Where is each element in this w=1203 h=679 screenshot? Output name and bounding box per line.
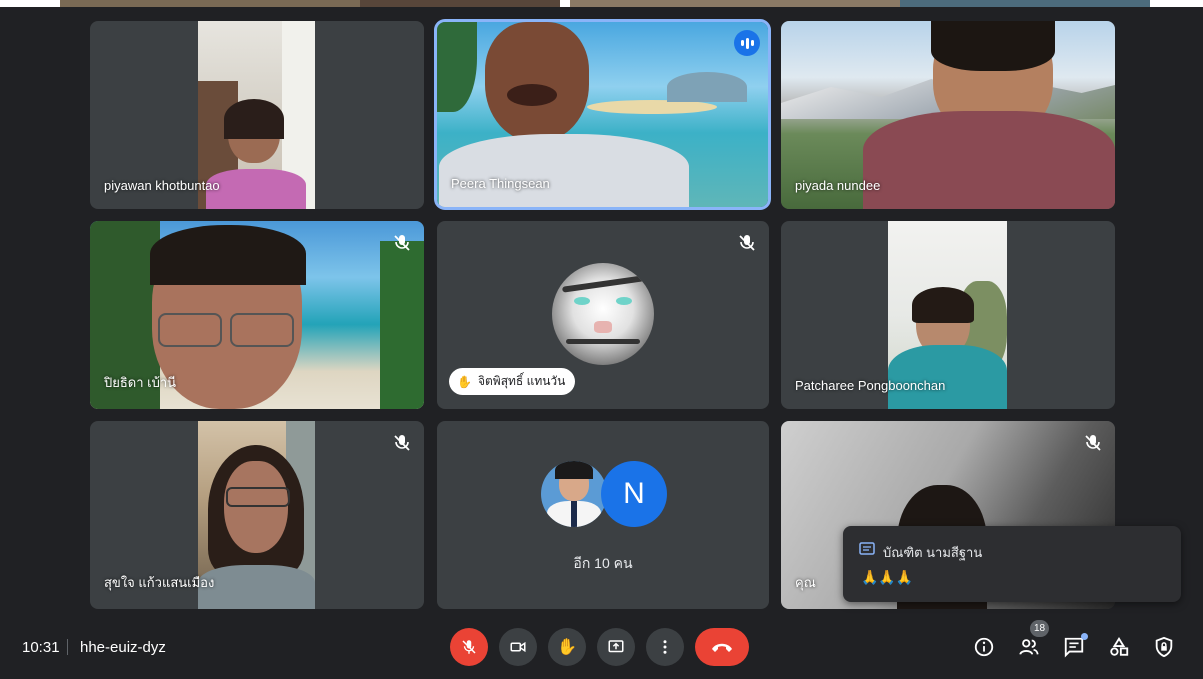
- video-feed: [198, 421, 315, 609]
- raise-hand-icon: ✋: [557, 639, 577, 656]
- more-options-button[interactable]: [646, 628, 684, 666]
- participant-name: piyada nundee: [795, 178, 881, 193]
- participant-avatar-letter: N: [601, 461, 667, 527]
- info-icon: [974, 637, 994, 657]
- raise-hand-button[interactable]: ✋: [548, 628, 586, 666]
- chat-notification-dot: [1081, 633, 1088, 640]
- participant-name: ปิยธิดา เบ้านี: [104, 375, 177, 390]
- people-icon: [1019, 639, 1039, 655]
- participant-name: สุขใจ แก้วแสนเมือง: [104, 575, 215, 590]
- participant-tile[interactable]: สุขใจ แก้วแสนเมือง: [90, 421, 424, 609]
- strip-photo: [570, 0, 900, 7]
- participant-name: Peera Thingsean: [451, 176, 550, 191]
- mic-off-icon: [390, 431, 414, 455]
- participant-tile[interactable]: ปิยธิดา เบ้านี: [90, 221, 424, 409]
- tiger-avatar: [552, 263, 654, 365]
- more-participants-label: อีก 10 คน: [573, 555, 633, 571]
- speaking-indicator-icon: [734, 30, 760, 56]
- more-options-icon: [663, 640, 667, 654]
- end-call-icon: [712, 643, 732, 652]
- people-button[interactable]: [1016, 634, 1042, 660]
- activities-button[interactable]: [1106, 634, 1132, 660]
- present-icon: [608, 640, 624, 653]
- activities-icon: [1110, 637, 1129, 656]
- chat-sender-name: บัณฑิต นามสีฐาน: [883, 545, 983, 560]
- leave-call-button[interactable]: [695, 628, 749, 666]
- meeting-details-button[interactable]: [971, 634, 997, 660]
- strip-photo: [900, 0, 1150, 7]
- top-strip: [0, 0, 1203, 7]
- mic-off-icon: [1081, 431, 1105, 455]
- participant-tile[interactable]: piyawan khotbuntao: [90, 21, 424, 209]
- chat-message-toast[interactable]: บัณฑิต นามสีฐาน 🙏🙏🙏: [843, 526, 1181, 602]
- mic-off-icon: [390, 231, 414, 255]
- mic-off-icon: [735, 231, 759, 255]
- camera-icon: [510, 641, 526, 653]
- raised-hand-chip: ✋ จิตพิสุทธิ์ แทนวัน: [449, 368, 576, 395]
- meeting-code: hhe-euiz-dyz: [80, 639, 166, 656]
- camera-toggle-button[interactable]: [499, 628, 537, 666]
- host-controls-icon: [1155, 636, 1173, 658]
- mic-toggle-button[interactable]: [450, 628, 488, 666]
- divider: [67, 639, 68, 655]
- host-controls-button[interactable]: [1151, 634, 1177, 660]
- chat-message-text: 🙏🙏🙏: [861, 569, 914, 585]
- strip-photo: [60, 0, 360, 7]
- participant-tile-active-speaker[interactable]: Peera Thingsean: [437, 22, 768, 207]
- participant-name: Patcharee Pongboonchan: [795, 378, 946, 393]
- bottom-control-bar: 10:31 hhe-euiz-dyz ✋: [0, 617, 1203, 679]
- present-screen-button[interactable]: [597, 628, 635, 666]
- meeting-time: 10:31: [22, 639, 60, 656]
- participant-tile[interactable]: Patcharee Pongboonchan: [781, 221, 1115, 409]
- participant-tile[interactable]: piyada nundee: [781, 21, 1115, 209]
- chat-message-icon: [859, 542, 875, 555]
- participant-name: คุณ: [795, 575, 816, 590]
- participant-name: piyawan khotbuntao: [104, 178, 220, 193]
- participant-count-badge: 18: [1030, 620, 1049, 637]
- more-participants-tile[interactable]: N อีก 10 คน: [437, 421, 769, 609]
- strip-photo: [360, 0, 560, 7]
- raise-hand-icon: ✋: [457, 374, 472, 389]
- participant-name: จิตพิสุทธิ์ แทนวัน: [477, 374, 566, 388]
- participant-avatar: [541, 461, 607, 527]
- mic-off-icon: [462, 640, 476, 654]
- participant-tile[interactable]: ✋ จิตพิสุทธิ์ แทนวัน: [437, 221, 769, 409]
